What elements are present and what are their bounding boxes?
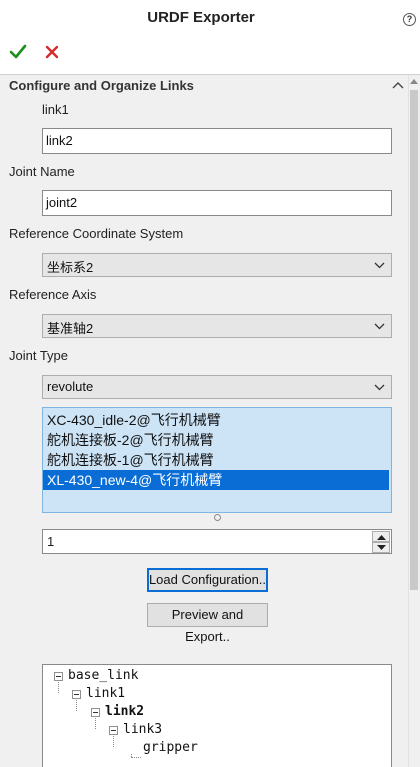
tree-line	[131, 757, 141, 758]
list-item[interactable]: 舵机连接板-1@飞行机械臂	[43, 450, 391, 470]
joint-type-value: revolute	[47, 379, 94, 394]
tree-line	[58, 682, 59, 693]
section-title: Configure and Organize Links	[9, 78, 194, 93]
tree-node-link2[interactable]: link2	[105, 703, 144, 721]
joint-name-label: Joint Name	[9, 164, 75, 179]
ok-button[interactable]	[8, 42, 28, 62]
ref-axis-select[interactable]: 基准轴2	[42, 314, 392, 338]
list-item[interactable]: 舵机连接板-2@飞行机械臂	[43, 430, 391, 450]
tree-node-link1[interactable]: link1	[86, 685, 125, 703]
chevron-down-icon	[374, 262, 385, 269]
cancel-button[interactable]	[42, 42, 62, 62]
collapse-icon[interactable]	[109, 726, 118, 735]
tree-line	[95, 718, 96, 729]
spin-down-button[interactable]	[372, 542, 390, 553]
joint-name-field[interactable]: joint2	[42, 190, 392, 216]
checkmark-icon	[9, 44, 27, 59]
link-tree[interactable]: base_link link1 link2 link3 gripper	[42, 664, 392, 767]
ref-coord-select[interactable]: 坐标系2	[42, 253, 392, 277]
tree-node-base-link[interactable]: base_link	[68, 667, 138, 685]
link-label: link1	[42, 102, 69, 117]
close-icon	[45, 45, 59, 59]
spin-up-button[interactable]	[372, 531, 390, 542]
collapse-icon[interactable]	[54, 672, 63, 681]
tree-node-gripper[interactable]: gripper	[143, 739, 198, 757]
ref-axis-label: Reference Axis	[9, 287, 97, 302]
collapse-icon[interactable]	[72, 690, 81, 699]
window-title: URDF Exporter	[147, 9, 255, 26]
preview-export-button[interactable]: Preview and Export..	[147, 603, 268, 644]
link-name-field[interactable]: link2	[42, 128, 392, 154]
chevron-down-icon	[374, 323, 385, 330]
list-item-selected[interactable]: XL-430_new-4@飞行机械臂	[43, 470, 389, 490]
tree-node-link3[interactable]: link3	[123, 721, 162, 739]
scroll-thumb[interactable]	[410, 90, 418, 590]
list-item[interactable]: XC-430_idle-2@飞行机械臂	[43, 410, 391, 430]
count-spinbox[interactable]: 1	[42, 529, 392, 554]
joint-type-label: Joint Type	[9, 348, 69, 363]
triangle-up-icon	[377, 535, 386, 540]
ref-axis-value: 基准轴2	[47, 321, 94, 336]
components-list[interactable]: XC-430_idle-2@飞行机械臂 舵机连接板-2@飞行机械臂 舵机连接板-…	[42, 407, 392, 513]
collapse-icon[interactable]	[91, 708, 100, 717]
tree-line	[76, 700, 77, 711]
joint-type-select[interactable]: revolute	[42, 375, 392, 399]
help-icon[interactable]: ?	[403, 13, 416, 26]
resize-handle[interactable]	[214, 514, 221, 521]
chevron-up-icon[interactable]	[392, 80, 404, 90]
tree-line	[113, 736, 114, 747]
load-configuration-button[interactable]: Load Configuration..	[147, 568, 268, 592]
scroll-up-icon[interactable]	[410, 78, 418, 84]
ref-coord-value: 坐标系2	[47, 260, 94, 275]
ref-coord-label: Reference Coordinate System	[9, 226, 184, 241]
chevron-down-icon	[374, 384, 385, 391]
triangle-down-icon	[377, 545, 386, 550]
